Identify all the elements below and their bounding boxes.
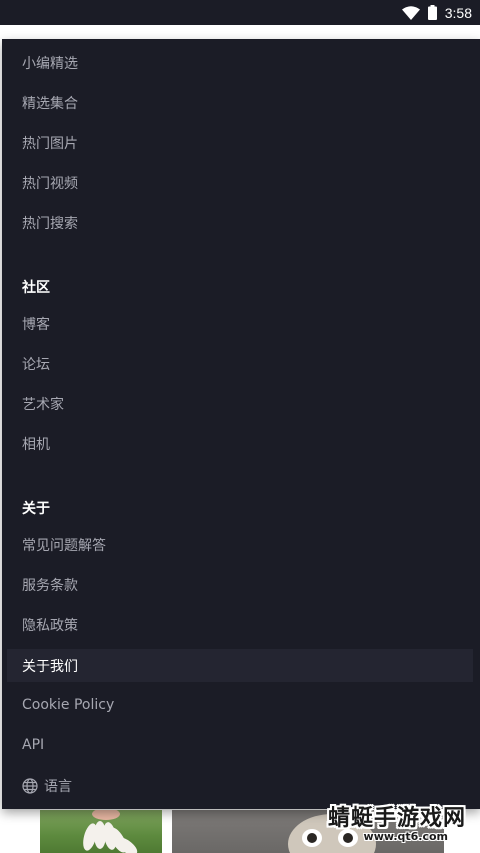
menu-item-label: 论坛 xyxy=(22,357,50,373)
menu-item-blog[interactable]: 博客 xyxy=(22,309,50,339)
menu-item-collections[interactable]: 精选集合 xyxy=(22,88,78,118)
menu-item-label: 艺术家 xyxy=(22,397,64,413)
watermark-url: www.qt6.com xyxy=(363,830,448,843)
menu-item-faq[interactable]: 常见问题解答 xyxy=(22,530,106,560)
globe-icon xyxy=(22,778,38,794)
menu-item-language[interactable]: 语言 xyxy=(22,771,72,801)
menu-item-cameras[interactable]: 相机 xyxy=(22,429,50,459)
section-header-about: 关于 xyxy=(22,501,50,517)
app-bar-edge xyxy=(0,25,480,38)
menu-item-label: 精选集合 xyxy=(22,96,78,112)
menu-item-about-us[interactable]: 关于我们 xyxy=(7,649,473,682)
battery-icon xyxy=(427,5,437,20)
menu-item-label: 关于我们 xyxy=(22,658,78,675)
menu-item-label: 服务条款 xyxy=(22,578,78,594)
menu-item-label: 热门搜索 xyxy=(22,216,78,232)
menu-item-label: 隐私政策 xyxy=(22,618,78,634)
menu-item-label: 常见问题解答 xyxy=(22,538,106,554)
section-header-community: 社区 xyxy=(22,280,50,296)
menu-item-label: Cookie Policy xyxy=(22,697,115,713)
menu-item-privacy[interactable]: 隐私政策 xyxy=(22,610,78,640)
menu-item-label: API xyxy=(22,737,45,753)
watermark: 蜻蜓手游戏网 www.qt6.com xyxy=(328,800,466,843)
status-time: 3:58 xyxy=(444,4,472,21)
menu-item-label: 热门视频 xyxy=(22,176,78,192)
menu-item-label: 语言 xyxy=(44,779,72,795)
menu-item-terms[interactable]: 服务条款 xyxy=(22,570,78,600)
status-bar: 3:58 xyxy=(0,0,480,25)
menu-item-label: 小编精选 xyxy=(22,56,78,72)
wifi-icon xyxy=(401,5,420,20)
menu-item-popular-images[interactable]: 热门图片 xyxy=(22,128,78,158)
menu-item-api[interactable]: API xyxy=(22,730,44,760)
menu-item-popular-videos[interactable]: 热门视频 xyxy=(22,168,78,198)
menu-item-label: 博客 xyxy=(22,317,50,333)
menu-item-artists[interactable]: 艺术家 xyxy=(22,389,64,419)
menu-item-cookie-policy[interactable]: Cookie Policy xyxy=(22,690,114,720)
menu-item-label: 相机 xyxy=(22,437,50,453)
menu-item-popular-searches[interactable]: 热门搜索 xyxy=(22,208,78,238)
menu-item-forum[interactable]: 论坛 xyxy=(22,349,50,379)
navigation-menu: 小编精选 精选集合 热门图片 热门视频 热门搜索 社区 博客 论坛 艺术家 相机… xyxy=(2,39,480,809)
watermark-title: 蜻蜓手游戏网 xyxy=(327,806,466,831)
menu-item-label: 热门图片 xyxy=(22,136,78,152)
menu-item-editors-picks[interactable]: 小编精选 xyxy=(22,48,78,78)
photo-thumbnail[interactable] xyxy=(40,810,162,853)
